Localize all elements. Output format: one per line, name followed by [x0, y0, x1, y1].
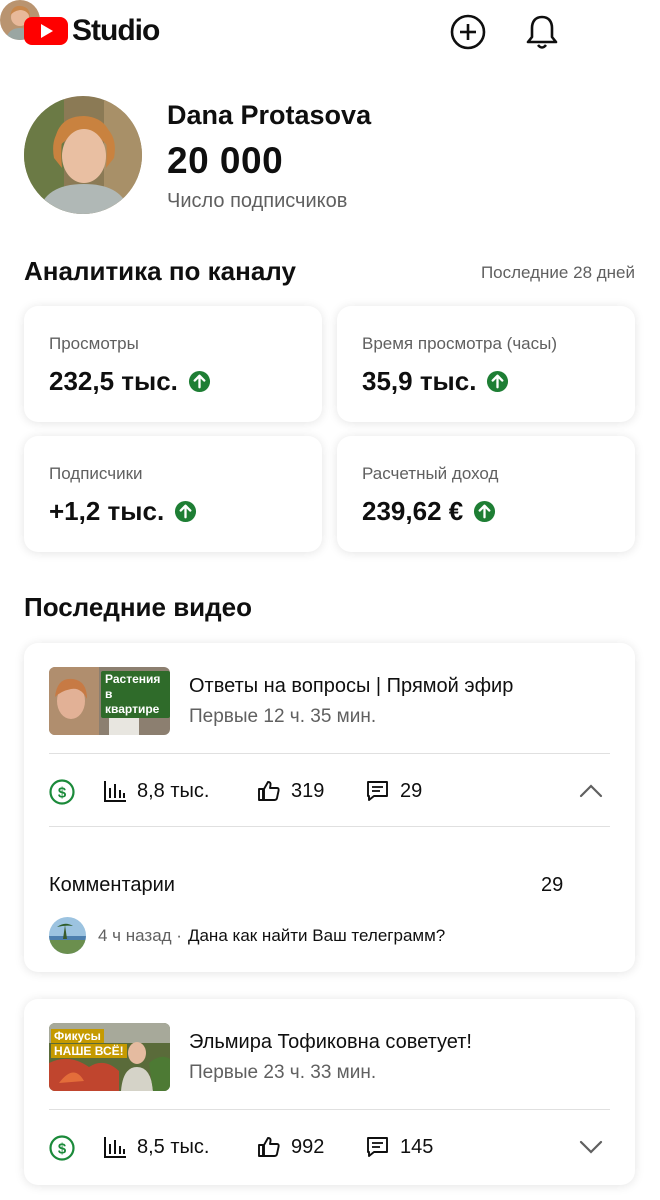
dollar-circle-icon: $	[49, 779, 75, 805]
stat-value-text: 35,9 тыс.	[362, 366, 477, 396]
views-metric[interactable]: 8,5 тыс.	[103, 1135, 209, 1159]
views-value: 8,8 тыс.	[137, 779, 210, 802]
arrow-up-circle-icon	[175, 500, 197, 523]
channel-avatar[interactable]	[24, 96, 142, 214]
bar-chart-icon	[104, 1137, 126, 1158]
subscriber-count: 20 000	[167, 140, 284, 181]
stat-value: 239,62 €	[362, 496, 496, 527]
channel-avatar-image	[24, 96, 142, 214]
create-button[interactable]	[448, 12, 488, 52]
likes-value: 319	[291, 779, 325, 802]
add-circle-icon	[450, 14, 486, 50]
divider	[49, 753, 610, 754]
comment-icon	[367, 781, 388, 801]
stat-card-subscribers[interactable]: Подписчики +1,2 тыс.	[24, 436, 322, 552]
views-value: 8,5 тыс.	[137, 1135, 210, 1158]
comments-metric[interactable]: 29	[365, 779, 422, 803]
monetization-status[interactable]: $	[49, 1135, 85, 1161]
youtube-logo-icon	[24, 17, 68, 45]
stat-value: 232,5 тыс.	[49, 366, 211, 397]
video-metrics: $ 8,5 тыс. 992 145	[49, 1127, 610, 1167]
video-period: Первые 23 ч. 33 мин.	[189, 1062, 377, 1083]
chevron-down-icon	[579, 1140, 603, 1154]
notifications-button[interactable]	[522, 12, 562, 52]
stat-card-views[interactable]: Просмотры 232,5 тыс.	[24, 306, 322, 422]
stat-value: +1,2 тыс.	[49, 496, 197, 527]
likes-metric[interactable]: 319	[257, 779, 324, 803]
thumbs-up-icon	[258, 1137, 280, 1157]
arrow-up-circle-icon	[474, 500, 496, 523]
comments-count: 29	[541, 874, 564, 896]
analytics-period: Последние 28 дней	[480, 263, 635, 282]
thumbs-up-icon	[258, 781, 280, 801]
comment-text: Дана как найти Ваш телеграмм?	[187, 925, 446, 945]
video-thumbnail[interactable]: Растения в квартире	[49, 667, 170, 735]
stat-value-text: 239,62 €	[362, 496, 464, 526]
collapse-button[interactable]	[578, 781, 604, 806]
comments-value: 145	[400, 1135, 434, 1158]
top-bar: Studio	[0, 0, 660, 64]
stat-card-watch-time[interactable]: Время просмотра (часы) 35,9 тыс.	[337, 306, 635, 422]
divider	[49, 826, 610, 827]
thumbnail-caption-line: Фикусы	[51, 1029, 104, 1043]
video-title[interactable]: Ответы на вопросы | Прямой эфир	[189, 675, 513, 698]
comments-metric[interactable]: 145	[365, 1135, 433, 1159]
video-metrics: $ 8,8 тыс. 319 29	[49, 771, 610, 811]
stat-card-revenue[interactable]: Расчетный доход 239,62 €	[337, 436, 635, 552]
chevron-up-icon	[579, 784, 603, 798]
likes-metric[interactable]: 992	[257, 1135, 324, 1159]
channel-name: Dana Protasova	[167, 100, 372, 130]
stat-label: Расчетный доход	[362, 464, 499, 483]
video-period: Первые 12 ч. 35 мин.	[189, 706, 377, 727]
app-name: Studio	[72, 14, 160, 47]
commenter-avatar-image	[49, 917, 86, 954]
comments-label[interactable]: Комментарии	[49, 874, 175, 897]
stat-value: 35,9 тыс.	[362, 366, 509, 397]
stat-value-text: +1,2 тыс.	[49, 496, 165, 526]
studio-logo[interactable]: Studio	[24, 14, 160, 48]
comment-icon	[367, 1137, 388, 1157]
divider	[49, 1109, 610, 1110]
video-card: Фикусы НАШЕ ВСЁ! Эльмира Тофиковна совет…	[24, 999, 635, 1185]
thumbnail-caption-line: НАШЕ ВСЁ!	[51, 1044, 127, 1058]
video-title[interactable]: Эльмира Тофиковна советует!	[189, 1031, 472, 1054]
stat-label: Подписчики	[49, 464, 143, 483]
expand-button[interactable]	[578, 1137, 604, 1162]
monetization-status[interactable]: $	[49, 779, 85, 805]
thumbnail-caption: Фикусы НАШЕ ВСЁ!	[51, 1029, 127, 1059]
comment-time: 4 ч назад ·	[98, 925, 182, 945]
stat-label: Просмотры	[49, 334, 139, 353]
svg-text:$: $	[58, 785, 67, 802]
dollar-circle-icon: $	[49, 1135, 75, 1161]
comments-value: 29	[400, 779, 423, 802]
subscriber-label: Число подписчиков	[167, 190, 348, 212]
bell-icon	[526, 15, 558, 49]
likes-value: 992	[291, 1135, 325, 1158]
thumbnail-caption: Растения в квартире	[101, 671, 170, 718]
arrow-up-circle-icon	[188, 370, 210, 393]
recent-videos-title: Последние видео	[24, 592, 253, 622]
latest-comment[interactable]: 4 ч назад · Дана как найти Ваш телеграмм…	[49, 917, 445, 954]
commenter-avatar	[49, 917, 86, 954]
video-card: Растения в квартире Ответы на вопросы | …	[24, 643, 635, 972]
video-thumbnail[interactable]: Фикусы НАШЕ ВСЁ!	[49, 1023, 170, 1091]
views-metric[interactable]: 8,8 тыс.	[103, 779, 209, 803]
bar-chart-icon	[104, 781, 126, 802]
arrow-up-circle-icon	[487, 370, 509, 393]
analytics-title: Аналитика по каналу	[24, 256, 296, 286]
stat-value-text: 232,5 тыс.	[49, 366, 178, 396]
svg-text:$: $	[58, 1141, 67, 1158]
stat-label: Время просмотра (часы)	[362, 334, 558, 353]
